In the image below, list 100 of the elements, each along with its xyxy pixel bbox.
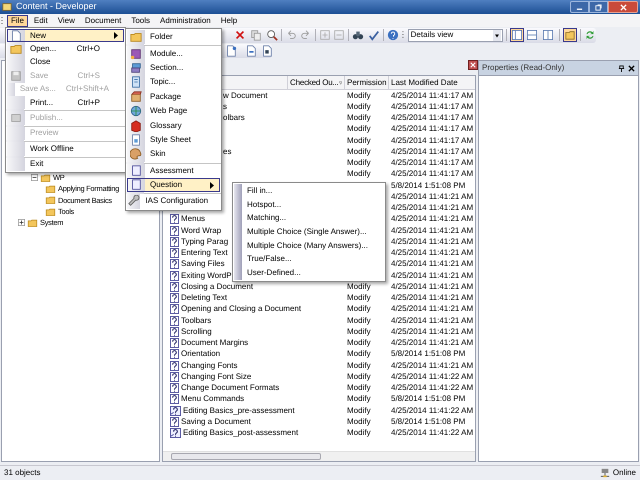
palette-icon xyxy=(130,148,142,160)
refresh-icon[interactable] xyxy=(584,29,596,41)
permission-text: Modify xyxy=(347,304,371,314)
menu-item[interactable]: Fill in... xyxy=(234,184,384,198)
page-icon[interactable] xyxy=(261,44,273,56)
menu-item[interactable]: Matching... xyxy=(234,211,384,226)
date-text: 5/8/2014 1:51:08 PM xyxy=(391,349,466,358)
date-text: 4/25/2014 11:41:21 AM xyxy=(391,192,474,201)
file-name: Closing a Document xyxy=(181,280,254,293)
date-text: 4/25/2014 11:41:17 AM xyxy=(391,158,474,168)
layout-icon xyxy=(527,30,538,40)
file-name: Document Margins xyxy=(181,337,248,350)
menu-item[interactable]: User-Defined... xyxy=(234,266,384,280)
menu-bar-item[interactable]: Tools xyxy=(127,14,154,26)
date-text: 4/25/2014 11:41:17 AM xyxy=(391,124,474,134)
column-header[interactable]: Last Modified Date xyxy=(388,76,470,89)
file-name: Saving a Document xyxy=(181,416,251,428)
date-text: 4/25/2014 11:41:17 AM xyxy=(391,146,474,156)
binoculars-icon[interactable] xyxy=(352,29,364,41)
date-text: 4/25/2014 11:41:21 AM xyxy=(391,270,474,280)
search-icon[interactable] xyxy=(266,29,278,41)
pin-icon[interactable] xyxy=(618,64,625,72)
horizontal-scrollbar[interactable] xyxy=(163,451,475,461)
permission-text: Modify xyxy=(347,326,371,336)
permission-text: Modify xyxy=(347,136,371,145)
menu-item[interactable]: Multiple Choice (Single Answer)... xyxy=(234,225,384,239)
permission-text: Modify xyxy=(347,383,371,392)
question-mark-icon xyxy=(170,214,179,224)
permission-text: Modify xyxy=(347,349,371,358)
view-layout-button[interactable] xyxy=(525,28,540,42)
close-button[interactable] xyxy=(608,1,638,13)
permission-text: Modify xyxy=(347,293,371,302)
layout-icon xyxy=(512,30,522,40)
menu-item[interactable]: Print... Ctrl+P xyxy=(7,96,124,110)
file-name: olbars xyxy=(223,112,245,124)
menu-bar-item[interactable]: Administration xyxy=(156,14,215,26)
expand-icon[interactable] xyxy=(18,219,25,226)
menu-item[interactable]: Question xyxy=(127,178,220,192)
date-text: 4/25/2014 11:41:21 AM xyxy=(391,293,474,302)
menu-bar-item[interactable]: Edit xyxy=(30,14,52,26)
properties-button[interactable] xyxy=(562,28,578,42)
menu-item[interactable]: Multiple Choice (Many Answers)... xyxy=(234,238,384,252)
menu-item[interactable]: Web Page xyxy=(127,104,220,118)
column-header[interactable]: Permission xyxy=(344,76,388,89)
collapse-icon[interactable] xyxy=(31,174,38,182)
view-dropdown[interactable]: Details view xyxy=(408,28,503,42)
date-text: 4/25/2014 11:41:21 AM xyxy=(391,282,474,291)
help-icon[interactable] xyxy=(386,29,399,41)
page-icon xyxy=(10,30,22,42)
menu-item[interactable]: Style Sheet xyxy=(127,132,220,148)
menu-item[interactable]: Topic... xyxy=(127,75,220,90)
menu-item[interactable]: Close xyxy=(7,56,124,70)
file-name: Changing Fonts xyxy=(181,360,238,372)
question-mark-icon xyxy=(170,349,179,360)
file-name: Typing Parag xyxy=(181,236,228,248)
question-mark-icon xyxy=(170,270,179,281)
menu-bar-item[interactable]: View xyxy=(54,14,79,26)
menu-item[interactable]: Assessment xyxy=(127,164,220,178)
file-name: Menus xyxy=(181,213,206,226)
date-text: 4/25/2014 11:41:17 AM xyxy=(391,113,474,122)
view-layout-button[interactable] xyxy=(540,28,555,42)
file-name: Toolbars xyxy=(181,314,212,327)
close-icon[interactable] xyxy=(628,64,635,72)
menu-item[interactable]: New xyxy=(7,29,124,42)
menu-item[interactable]: Skin xyxy=(127,147,220,162)
delete-icon[interactable] xyxy=(234,29,246,41)
menu-item[interactable]: IAS Configuration xyxy=(127,194,220,209)
window-title: Content - Developer xyxy=(16,0,97,14)
menu-item[interactable]: Work Offline xyxy=(7,142,124,156)
menu-item[interactable]: Section... xyxy=(127,60,220,76)
menu-item[interactable]: Open... Ctrl+O xyxy=(7,42,124,56)
menu-item[interactable]: Glossary xyxy=(127,118,220,133)
menu-bar-item[interactable]: Help xyxy=(216,14,242,26)
menu-item[interactable]: Package xyxy=(127,90,220,104)
question-mark-icon xyxy=(170,259,179,270)
minimize-button[interactable] xyxy=(570,1,589,13)
menu-bar-item[interactable]: File xyxy=(7,14,28,26)
question-mark-icon xyxy=(170,326,179,337)
permission-text: Modify xyxy=(347,360,371,370)
menu-item[interactable]: Hotspot... xyxy=(234,198,384,212)
page-icon[interactable] xyxy=(225,44,237,56)
file-name: s xyxy=(223,100,227,113)
menu-item[interactable]: Folder xyxy=(127,30,220,44)
page-icon[interactable] xyxy=(245,44,257,56)
date-text: 4/25/2014 11:41:21 AM xyxy=(391,236,474,246)
menu-bar-item[interactable]: Document xyxy=(80,14,126,26)
question-mark-icon xyxy=(170,236,179,247)
spellcheck-icon[interactable] xyxy=(368,29,380,41)
column-header[interactable]: Checked Ou... xyxy=(287,76,344,89)
file-name: Editing Basics_post-assessment xyxy=(183,427,298,440)
file-name: Orientation xyxy=(181,348,220,360)
maximize-button[interactable] xyxy=(589,1,608,13)
menu-item[interactable]: True/False... xyxy=(234,252,384,266)
close-pane-button[interactable] xyxy=(468,60,478,70)
page-icon xyxy=(130,76,142,88)
restore-icon xyxy=(595,4,602,10)
permission-text: Modify xyxy=(347,169,371,178)
menu-item[interactable]: Exit xyxy=(7,158,124,171)
menu-item[interactable]: Module... xyxy=(127,46,220,61)
view-layout-button[interactable] xyxy=(510,28,524,42)
